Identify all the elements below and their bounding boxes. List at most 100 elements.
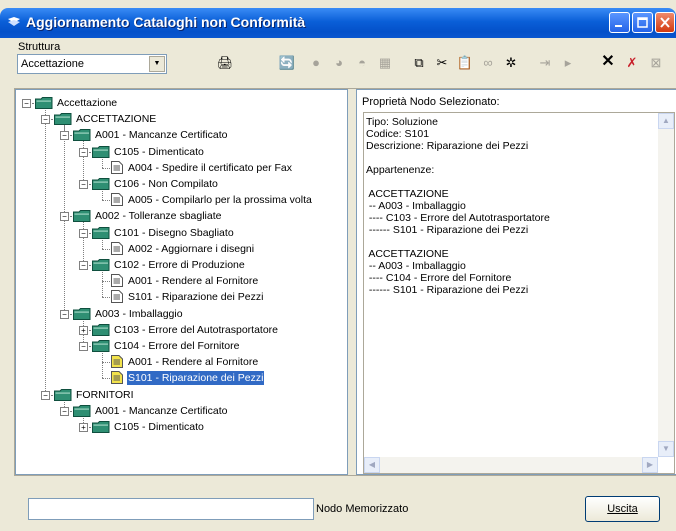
close-icon xyxy=(660,17,670,28)
document-icon xyxy=(111,160,123,174)
tree-node[interactable]: − A002 - Tolleranze sbagliate xyxy=(16,209,346,223)
tree-node[interactable]: + C103 - Errore del Autotrasportatore xyxy=(16,323,346,337)
tree-node[interactable]: − A001 - Mancanze Certificato xyxy=(16,404,346,418)
uscita-button[interactable]: Uscita xyxy=(585,496,660,522)
document-icon xyxy=(111,290,123,304)
unlink-button[interactable]: ✲ xyxy=(500,51,522,73)
folder-icon xyxy=(92,340,110,352)
tree-node-label: A002 - Tolleranze sbagliate xyxy=(95,210,222,223)
tree-node-label: A001 - Mancanze Certificato xyxy=(95,404,228,417)
tree-node[interactable]: − ACCETTAZIONE xyxy=(16,112,346,126)
document-icon xyxy=(111,193,123,207)
expand-icon[interactable]: + xyxy=(79,325,88,335)
refresh-icon: 🔄 xyxy=(278,54,296,70)
collapse-icon[interactable]: − xyxy=(60,212,69,222)
vertical-scrollbar[interactable]: ▲ ▼ xyxy=(658,113,674,457)
folder-icon xyxy=(73,129,91,142)
document-icon xyxy=(111,274,123,288)
horizontal-scrollbar[interactable]: ◀ ▶ xyxy=(364,457,658,473)
remove-link-button[interactable]: ✗ xyxy=(621,51,643,73)
copy-button[interactable]: ⧉ xyxy=(408,51,430,73)
circle-icon: ● xyxy=(312,54,320,70)
copy-node-button[interactable]: ◓ xyxy=(351,51,373,73)
tree-node[interactable]: − A003 - Imballaggio xyxy=(16,307,346,321)
tree-node-label: A003 - Imballaggio xyxy=(95,307,183,320)
tree-node[interactable]: − A001 - Mancanze Certificato xyxy=(16,128,346,142)
print-button[interactable]: 🖨 xyxy=(214,51,236,73)
tree-node-label: A001 - Mancanze Certificato xyxy=(95,129,228,142)
link-button[interactable]: ∞ xyxy=(477,51,499,73)
scroll-down-button[interactable]: ▼ xyxy=(658,441,674,457)
tree-node-label: S101 - Riparazione dei Pezzi xyxy=(127,371,265,386)
tree-node[interactable]: A001 - Rendere al Fornitore xyxy=(16,274,346,288)
delete-button[interactable]: ✕ xyxy=(597,51,619,73)
tree-node[interactable]: − C105 - Dimenticato xyxy=(16,145,346,159)
play-button[interactable]: ▸ xyxy=(557,51,579,73)
tree-node-label: A001 - Rendere al Fornitore xyxy=(128,356,259,369)
bottom-bar: Nodo Memorizzato Uscita xyxy=(0,476,676,531)
scroll-right-button[interactable]: ▶ xyxy=(642,457,658,473)
move-button[interactable]: ⇥ xyxy=(534,51,556,73)
scroll-left-button[interactable]: ◀ xyxy=(364,457,380,473)
struttura-label: Struttura xyxy=(18,41,61,53)
tree-node[interactable]: A005 - Compilarlo per la prossima volta xyxy=(16,193,346,207)
collapse-icon[interactable]: − xyxy=(41,115,50,125)
tree-node[interactable]: + C105 - Dimenticato xyxy=(16,420,346,434)
tree-node-label: S101 - Riparazione dei Pezzi xyxy=(128,291,264,304)
collapse-icon[interactable]: − xyxy=(79,342,88,351)
tree-node-label: A004 - Spedire il certificato per Fax xyxy=(128,161,292,174)
tree-node[interactable]: − C102 - Errore di Produzione xyxy=(16,258,346,272)
chevron-down-icon[interactable]: ▼ xyxy=(149,56,165,72)
scroll-up-button[interactable]: ▲ xyxy=(658,113,674,129)
tree-node[interactable]: A002 - Aggiornare i disegni xyxy=(16,241,346,256)
struttura-select[interactable]: Accettazione ▼ xyxy=(17,54,167,74)
pane-splitter[interactable] xyxy=(348,89,356,475)
tree-node[interactable]: S101 - Riparazione dei Pezzi xyxy=(16,371,346,386)
collapse-icon[interactable]: − xyxy=(79,180,88,189)
tree-node[interactable]: − C101 - Disegno Sbagliato xyxy=(16,226,346,240)
collapse-icon[interactable]: − xyxy=(79,228,88,238)
tree-node[interactable]: S101 - Riparazione dei Pezzi xyxy=(16,290,346,304)
tree-node-label: C103 - Errore del Autotrasportatore xyxy=(114,323,279,336)
document-icon xyxy=(111,355,123,369)
folder-icon xyxy=(92,226,110,239)
tree-node[interactable]: A001 - Rendere al Fornitore xyxy=(16,355,346,369)
structure-tree[interactable]: − Accettazione − ACCETTAZIONE − A001 - Mancan… xyxy=(15,89,348,475)
collapse-icon[interactable]: − xyxy=(79,261,88,270)
tree-node-label: A005 - Compilarlo per la prossima volta xyxy=(128,194,312,207)
delete-node-button[interactable]: ▦ xyxy=(374,51,396,73)
title-bar[interactable]: Aggiornamento Cataloghi non Conformità xyxy=(0,8,676,38)
minimize-icon xyxy=(615,25,622,27)
collapse-icon[interactable]: − xyxy=(60,406,69,416)
collapse-icon[interactable]: − xyxy=(22,99,31,108)
tree-node-label: FORNITORI xyxy=(76,388,134,401)
printer-icon: 🖨 xyxy=(216,54,234,70)
refresh-button[interactable]: 🔄 xyxy=(276,51,298,73)
new-node-button[interactable]: ● xyxy=(305,51,327,73)
collapse-icon[interactable]: − xyxy=(60,309,69,319)
tree-node[interactable]: − FORNITORI xyxy=(16,388,346,402)
move-icon: ⇥ xyxy=(539,54,551,70)
edit-node-button[interactable]: ◕ xyxy=(328,51,350,73)
document-icon xyxy=(111,241,123,255)
tree-node[interactable]: − Accettazione xyxy=(16,96,346,110)
tree-node[interactable]: A004 - Spedire il certificato per Fax xyxy=(16,160,346,175)
expand-icon[interactable]: + xyxy=(79,423,88,432)
tree-node[interactable]: − C104 - Errore del Fornitore xyxy=(16,339,346,353)
nodo-memorizzato-field[interactable] xyxy=(28,498,314,520)
tree-node[interactable]: − C106 - Non Compilato xyxy=(16,177,346,191)
properties-pane: Proprietà Nodo Selezionato: Tipo: Soluzi… xyxy=(356,89,676,475)
folder-icon xyxy=(54,113,72,126)
collapse-icon[interactable]: − xyxy=(41,390,50,400)
clear-button[interactable]: ⊠ xyxy=(645,51,667,73)
collapse-icon[interactable]: − xyxy=(79,147,88,157)
minimize-button[interactable] xyxy=(609,12,630,33)
properties-textbox[interactable]: Tipo: Soluzione Codice: S101 Descrizione… xyxy=(363,112,675,474)
cut-button[interactable]: ✂ xyxy=(431,51,453,73)
collapse-icon[interactable]: − xyxy=(60,131,69,141)
maximize-button[interactable] xyxy=(632,12,653,33)
tree-node-label: C101 - Disegno Sbagliato xyxy=(114,226,234,239)
paste-button[interactable]: 📋 xyxy=(454,51,476,73)
close-button[interactable] xyxy=(655,12,675,33)
clear-icon: ⊠ xyxy=(650,54,662,70)
